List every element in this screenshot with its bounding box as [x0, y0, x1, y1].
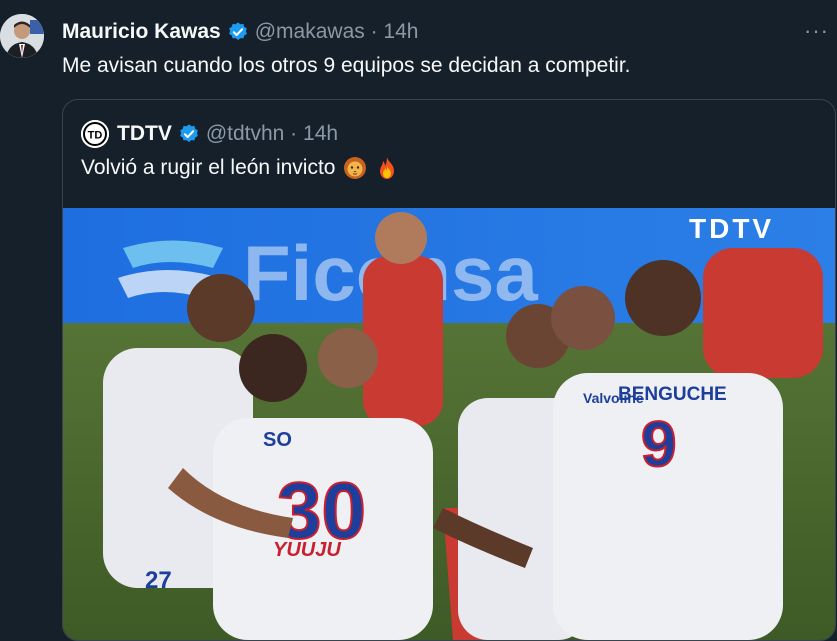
quoted-tweet-text-row: Volvió a rugir el león invicto	[81, 156, 399, 180]
quoted-tweet-header: TD TDTV @tdtvhn · 14h	[81, 120, 338, 148]
more-options-icon[interactable]: ···	[804, 18, 829, 44]
photo-watermark: TDTV	[689, 213, 774, 244]
tweet-text: Me avisan cuando los otros 9 equipos se …	[62, 54, 631, 77]
quoted-author-name[interactable]: TDTV	[117, 122, 172, 146]
tdtv-avatar[interactable]: TD	[81, 120, 109, 148]
tweet-header: Mauricio Kawas @makawas · 14h	[62, 18, 418, 46]
jersey-name-text: BENGUCHE	[618, 384, 727, 405]
author-name[interactable]: Mauricio Kawas	[62, 20, 221, 44]
quoted-handle-time[interactable]: @tdtvhn · 14h	[206, 122, 338, 146]
quoted-tweet-photo[interactable]: Ficohsa TDTV Valvoline BENGUCHE 9 SO	[63, 208, 835, 640]
fire-emoji-icon	[375, 156, 399, 180]
author-avatar[interactable]	[0, 14, 44, 58]
jersey-sponsor-bottom: YUUJU	[273, 539, 341, 561]
verified-badge-icon	[227, 21, 249, 43]
author-handle-time[interactable]: @makawas · 14h	[255, 20, 419, 44]
jersey-partial-name: SO	[263, 429, 292, 451]
svg-text:TD: TD	[88, 130, 103, 142]
verified-badge-icon	[178, 123, 200, 145]
lion-emoji-icon	[343, 156, 367, 180]
jersey-number-edge: 27	[145, 567, 172, 594]
jersey-number-main: 9	[641, 408, 677, 480]
quoted-tweet[interactable]: TD TDTV @tdtvhn · 14h Volvió a rugir el …	[62, 99, 836, 641]
quoted-tweet-text: Volvió a rugir el león invicto	[81, 156, 336, 179]
